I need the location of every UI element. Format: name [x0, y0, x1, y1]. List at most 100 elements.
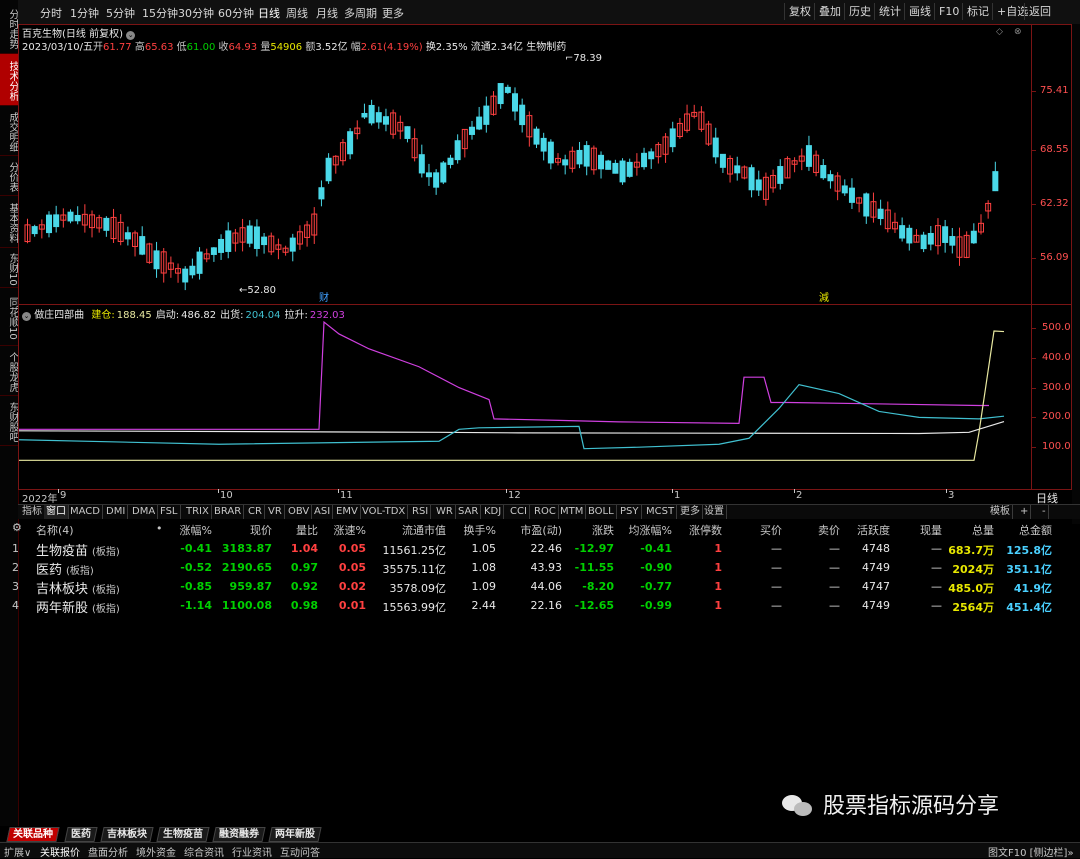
candlestick-chart[interactable]: ⌐78.39 ←52.80 财 減 [19, 25, 1031, 304]
indicator-tab-8[interactable]: CR [246, 505, 265, 519]
column-header-ask[interactable]: 卖价 [818, 522, 840, 538]
left-tab-3[interactable]: 分价表 [0, 156, 18, 196]
column-header-mv[interactable]: 流通市值 [402, 522, 446, 538]
column-header-act[interactable]: 活跃度 [857, 522, 890, 538]
row-name[interactable]: 生物疫苗 [36, 540, 88, 559]
toolbar-button-0[interactable]: 复权 [784, 3, 815, 20]
period-9[interactable]: 多周期 [344, 5, 377, 21]
sector-tab-4[interactable]: 融资融券 [212, 827, 266, 842]
left-tab-4[interactable]: 基本资料 [0, 196, 18, 248]
toolbar-button-5[interactable]: F10 [934, 3, 963, 20]
period-1[interactable]: 1分钟 [70, 5, 99, 21]
column-header-spd[interactable]: 涨速% [334, 522, 366, 538]
indicator-tab-14[interactable]: RSI [410, 505, 432, 519]
indicator-tab-right-2[interactable]: - [1040, 505, 1049, 519]
event-marker-0[interactable]: 财 [319, 291, 329, 304]
column-header-to[interactable]: 换手% [464, 522, 496, 538]
indicator-lines-chart[interactable] [19, 305, 1031, 489]
column-header-pe[interactable]: 市盈(动) [520, 522, 562, 538]
sector-tab-1[interactable]: 医药 [64, 827, 98, 842]
column-header-chg[interactable]: 涨幅% [180, 522, 212, 538]
indicator-tab-0[interactable]: 指标 [20, 505, 45, 519]
row-tag: (板指) [66, 566, 94, 577]
column-header-price[interactable]: 现价 [250, 522, 272, 538]
left-tab-7[interactable]: 个股龙虎 [0, 346, 18, 396]
period-2[interactable]: 5分钟 [106, 5, 135, 21]
toolbar-button-4[interactable]: 画线 [904, 3, 935, 20]
indicator-tab-3[interactable]: DMI [104, 505, 129, 519]
column-header-cur[interactable]: 现量 [920, 522, 942, 538]
indicator-tab-18[interactable]: CCI [508, 505, 530, 519]
left-tab-6[interactable]: 同花顺10 [0, 288, 18, 346]
table-row[interactable]: 4 两年新股 (板指) -1.14 1100.08 0.98 0.01 15563.99亿 2.… [0, 597, 1080, 616]
indicator-tab-6[interactable]: TRIX [184, 505, 212, 519]
event-marker-1[interactable]: 減 [819, 291, 829, 304]
table-row[interactable]: 3 吉林板块 (板指) -0.85 959.87 0.92 0.02 3578.09亿 1.09… [0, 578, 1080, 597]
toolbar-button-8[interactable]: 返回 [1024, 3, 1055, 20]
column-header-limit[interactable]: 涨停数 [689, 522, 722, 538]
indicator-tab-1[interactable]: 窗口 [44, 505, 69, 519]
indicator-tab-4[interactable]: DMA [130, 505, 159, 519]
left-tab-5[interactable]: 东财10 [0, 248, 18, 288]
sector-tab-0[interactable]: 关联品种 [6, 827, 60, 842]
column-header-dot[interactable]: • [156, 522, 163, 535]
sector-tab-2[interactable]: 吉林板块 [100, 827, 154, 842]
indicator-tab-5[interactable]: FSL [158, 505, 181, 519]
indicator-tab-21[interactable]: BOLL [586, 505, 617, 519]
sector-tab-5[interactable]: 两年新股 [268, 827, 322, 842]
indicator-tab-20[interactable]: MTM [558, 505, 587, 519]
toolbar-button-2[interactable]: 历史 [844, 3, 875, 20]
period-5[interactable]: 60分钟 [218, 5, 254, 21]
period-6[interactable]: 日线 [258, 5, 280, 21]
column-header-name[interactable]: 名称(4) [36, 522, 74, 538]
period-7[interactable]: 周线 [286, 5, 308, 21]
table-row[interactable]: 2 医药 (板指) -0.52 2190.65 0.97 0.05 35575.11亿 1.08… [0, 559, 1080, 578]
column-header-vol[interactable]: 总量 [972, 522, 994, 538]
column-header-vr[interactable]: 量比 [296, 522, 318, 538]
period-10[interactable]: 更多 [382, 5, 404, 21]
date-label-4: 12 [508, 490, 521, 501]
period-4[interactable]: 30分钟 [178, 5, 214, 21]
row-name[interactable]: 吉林板块 [36, 578, 88, 597]
left-tab-8[interactable]: 东财股吧 [0, 396, 18, 446]
left-tab-1[interactable]: 技术分析 [0, 54, 18, 106]
column-header-diff[interactable]: 涨跌 [592, 522, 614, 538]
indicator-tab-24[interactable]: 更多 [678, 505, 703, 519]
row-name[interactable]: 两年新股 [36, 597, 88, 616]
row-name[interactable]: 医药 [36, 559, 62, 578]
toolbar-button-6[interactable]: 标记 [962, 3, 993, 20]
indicator-tab-12[interactable]: EMV [334, 505, 361, 519]
table-settings-icon[interactable]: ⚙ [12, 521, 22, 534]
column-header-amt[interactable]: 总金额 [1019, 522, 1052, 538]
indicator-tab-16[interactable]: SAR [456, 505, 482, 519]
left-tab-0[interactable]: 分时走势 [0, 2, 18, 54]
indicator-tab-11[interactable]: ASI [312, 505, 334, 519]
indicator-tab-7[interactable]: BRAR [212, 505, 245, 519]
indicator-tab-right-0[interactable]: 模板 [988, 505, 1013, 519]
period-8[interactable]: 月线 [316, 5, 338, 21]
indicator-tab-13[interactable]: VOL-TDX [360, 505, 409, 519]
right-sidebar-strip[interactable] [1072, 24, 1080, 524]
toolbar-button-1[interactable]: 叠加 [814, 3, 845, 20]
column-header-avg[interactable]: 均涨幅% [629, 522, 672, 538]
indicator-tab-17[interactable]: KDJ [482, 505, 505, 519]
indicator-tab-10[interactable]: OBV [286, 505, 313, 519]
period-0[interactable]: 分时 [40, 5, 62, 21]
sector-tab-3[interactable]: 生物疫苗 [156, 827, 210, 842]
indicator-tab-22[interactable]: PSY [618, 505, 642, 519]
indicator-tab-15[interactable]: WR [434, 505, 456, 519]
price-tick-mark [1032, 90, 1036, 92]
indicator-tab-23[interactable]: MCST [644, 505, 678, 519]
candle-body [31, 226, 38, 235]
column-header-bid[interactable]: 买价 [760, 522, 782, 538]
table-row[interactable]: 1 生物疫苗 (板指) -0.41 3183.87 1.04 0.05 11561.25亿 1.… [0, 540, 1080, 559]
indicator-tab-9[interactable]: VR [266, 505, 285, 519]
cell-act: 4749 [862, 561, 890, 574]
indicator-tab-19[interactable]: ROC [532, 505, 559, 519]
left-tab-2[interactable]: 成交明细 [0, 106, 18, 156]
period-3[interactable]: 15分钟 [142, 5, 178, 21]
indicator-tab-25[interactable]: 设置 [702, 505, 727, 519]
toolbar-button-3[interactable]: 统计 [874, 3, 905, 20]
indicator-tab-right-1[interactable]: + [1018, 505, 1032, 519]
indicator-tab-2[interactable]: MACD [68, 505, 103, 519]
